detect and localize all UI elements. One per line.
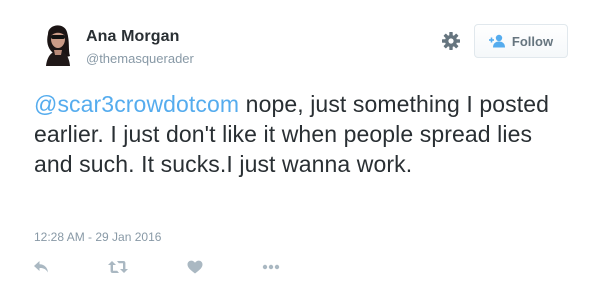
like-icon[interactable] [187,258,203,276]
tweet-card: Ana Morgan @themasquerader Follow @scar3… [0,0,600,296]
more-icon[interactable] [262,258,280,276]
tweet-timestamp[interactable]: 12:28 AM - 29 Jan 2016 [34,230,161,244]
follow-person-icon [488,34,507,48]
gear-icon[interactable] [441,31,461,51]
follow-label: Follow [511,33,554,49]
user-handle[interactable]: @themasquerader [86,51,194,66]
avatar-image [34,20,80,66]
user-name[interactable]: Ana Morgan [86,28,179,46]
mention-link[interactable]: @scar3crowdotcom [34,91,239,117]
tweet-text: @scar3crowdotcom nope, just something I … [34,89,574,179]
avatar[interactable] [34,20,80,66]
retweet-icon[interactable] [108,258,128,276]
follow-button[interactable]: Follow [474,24,568,58]
reply-icon[interactable] [33,258,49,276]
